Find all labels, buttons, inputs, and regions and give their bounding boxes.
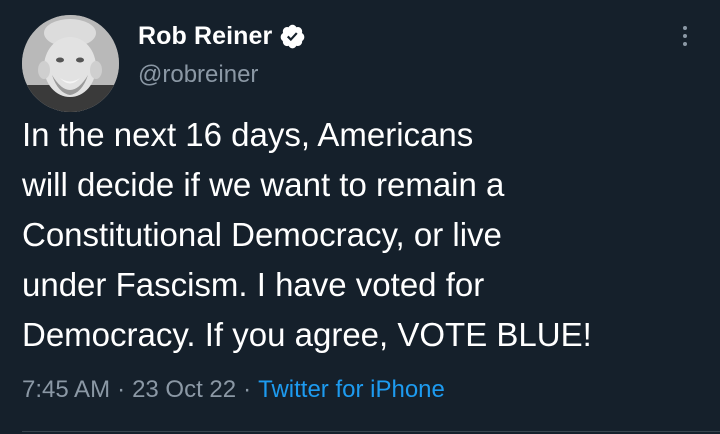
avatar-photo: [22, 15, 119, 112]
display-name[interactable]: Rob Reiner: [138, 22, 272, 51]
tweet-text: In the next 16 days, Americans will deci…: [22, 110, 712, 360]
verified-badge-icon: [279, 23, 306, 50]
user-handle[interactable]: @robreiner: [138, 61, 258, 89]
tweet-text-line: In the next 16 days, Americans: [22, 116, 474, 153]
tweet-metadata: 7:45 AM · 23 Oct 22 · Twitter for iPhone: [22, 372, 445, 408]
divider: [22, 431, 720, 432]
tweet-text-line: will decide if we want to remain a: [22, 166, 505, 203]
tweet-time[interactable]: 7:45 AM: [22, 376, 110, 403]
more-dot: [683, 26, 687, 30]
avatar[interactable]: [22, 15, 119, 112]
tweet-date[interactable]: 23 Oct 22: [132, 376, 236, 403]
separator: ·: [117, 376, 126, 403]
tweet-text-line: under Fascism. I have voted for: [22, 266, 485, 303]
more-dot: [683, 42, 687, 46]
more-dot: [683, 34, 687, 38]
tweet-source-link[interactable]: Twitter for iPhone: [258, 376, 445, 403]
tweet: Rob Reiner @robreiner In the next 16 day…: [0, 0, 720, 434]
tweet-text-line: Constitutional Democracy, or live: [22, 216, 502, 253]
separator: ·: [243, 376, 252, 403]
more-options-icon[interactable]: [672, 20, 698, 52]
author-name-row: Rob Reiner: [138, 20, 306, 52]
tweet-text-line: Democracy. If you agree, VOTE BLUE!: [22, 316, 592, 353]
